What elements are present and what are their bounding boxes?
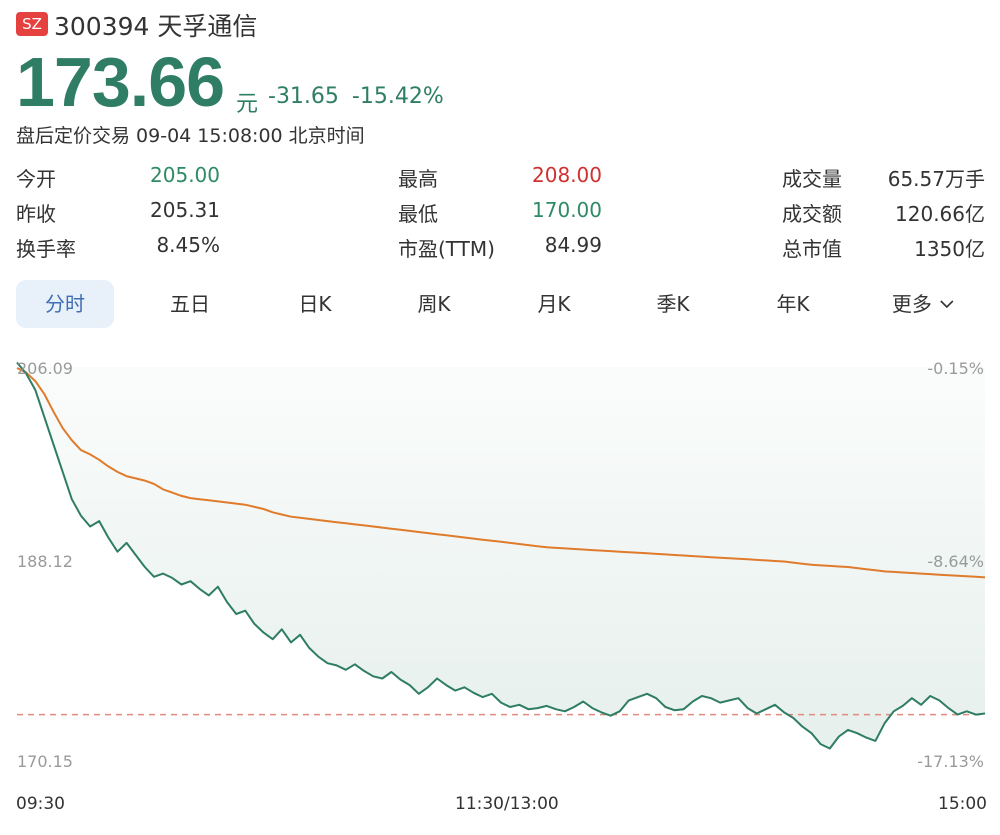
x-tick-midday: 11:30/13:00 [455, 794, 559, 814]
price-area [17, 362, 985, 749]
intraday-chart[interactable] [0, 0, 1000, 835]
y-tick-left-top: 206.09 [17, 359, 73, 378]
y-tick-left-mid: 188.12 [17, 552, 73, 571]
y-tick-left-bottom: 170.15 [17, 752, 73, 771]
x-tick-close: 15:00 [938, 794, 987, 814]
y-tick-right-bottom: -17.13% [917, 752, 984, 771]
x-tick-open: 09:30 [16, 794, 65, 814]
y-tick-right-mid: -8.64% [927, 552, 984, 571]
y-tick-right-top: -0.15% [927, 359, 984, 378]
